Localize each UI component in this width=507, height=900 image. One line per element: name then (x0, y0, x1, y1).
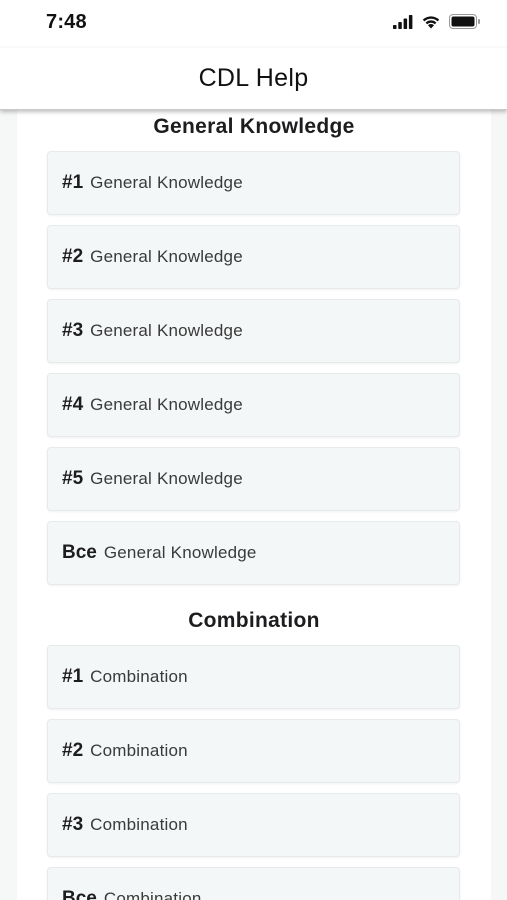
list-item[interactable]: #3 Combination (47, 793, 460, 857)
item-label: Combination (103, 889, 202, 900)
item-label: Combination (90, 667, 188, 686)
wifi-icon (421, 14, 441, 34)
item-number: #2 (62, 740, 84, 761)
item-number: Все (62, 542, 97, 563)
item-number: #5 (62, 468, 84, 489)
status-icons (393, 14, 481, 34)
item-label: General Knowledge (103, 543, 257, 562)
page-title: CDL Help (198, 64, 309, 92)
section-title-general-knowledge: General Knowledge (153, 115, 355, 138)
nav-bar: CDL Help (0, 48, 507, 110)
status-bar: 7:48 (0, 0, 507, 48)
section-title-combination: Combination (188, 609, 320, 632)
content-panel: General Knowledge #1 General Knowledge #… (17, 110, 491, 900)
list-item[interactable]: #1 Combination (47, 645, 460, 709)
item-number: Все (62, 888, 97, 900)
item-number: #1 (62, 172, 84, 193)
item-number: #4 (62, 394, 84, 415)
cellular-signal-icon (393, 14, 413, 34)
item-label: General Knowledge (90, 469, 243, 488)
list-item[interactable]: Все Combination (47, 867, 460, 900)
item-label: Combination (90, 741, 188, 760)
item-label: General Knowledge (90, 247, 243, 266)
list-item[interactable]: #5 General Knowledge (47, 447, 460, 511)
list-item[interactable]: #2 Combination (47, 719, 460, 783)
list-item[interactable]: #2 General Knowledge (47, 225, 460, 289)
item-number: #3 (62, 320, 84, 341)
list-item[interactable]: #1 General Knowledge (47, 151, 460, 215)
status-time: 7:48 (46, 11, 87, 33)
item-number: #2 (62, 246, 84, 267)
list-item[interactable]: #3 General Knowledge (47, 299, 460, 363)
list-item[interactable]: Все General Knowledge (47, 521, 460, 585)
item-number: #1 (62, 666, 84, 687)
list-item[interactable]: #4 General Knowledge (47, 373, 460, 437)
item-label: General Knowledge (90, 395, 243, 414)
battery-icon (449, 14, 481, 34)
item-number: #3 (62, 814, 84, 835)
item-label: Combination (90, 815, 188, 834)
item-label: General Knowledge (90, 321, 243, 340)
item-label: General Knowledge (90, 173, 243, 192)
